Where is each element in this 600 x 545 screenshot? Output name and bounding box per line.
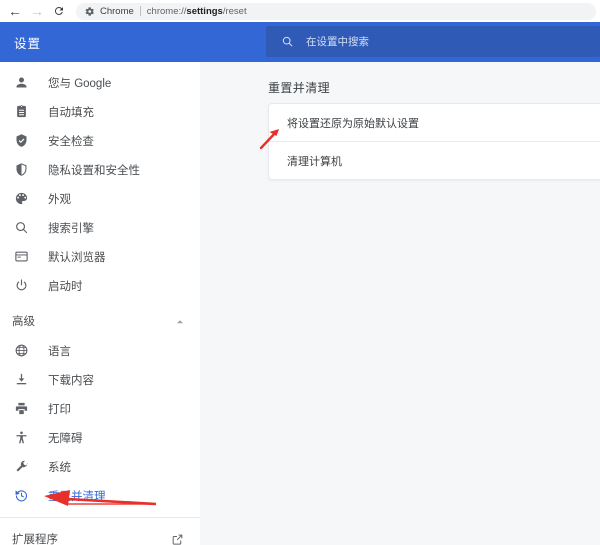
external-link-icon	[171, 533, 184, 545]
sidebar-item-label: 搜索引擎	[48, 220, 94, 236]
globe-icon	[12, 342, 30, 360]
shield-check-icon	[12, 132, 30, 150]
browser-window-icon	[12, 248, 30, 266]
sidebar-item-appearance[interactable]: 外观	[0, 184, 200, 213]
sidebar-item-label: 自动填充	[48, 104, 94, 120]
sidebar-item-label: 系统	[48, 459, 71, 475]
forward-arrow-icon: →	[30, 4, 44, 18]
url-suffix: /reset	[223, 6, 247, 17]
back-button[interactable]: ←	[4, 1, 26, 21]
sidebar-section-label: 高级	[12, 313, 174, 329]
omnibox-divider	[140, 6, 141, 16]
reload-button[interactable]	[48, 1, 70, 21]
sidebar-item-system[interactable]: 系统	[0, 452, 200, 481]
sidebar-item-printing[interactable]: 打印	[0, 394, 200, 423]
row-restore-defaults[interactable]: 将设置还原为原始默认设置	[269, 104, 600, 141]
sidebar-item-autofill[interactable]: 自动填充	[0, 97, 200, 126]
sidebar-item-on-startup[interactable]: 启动时	[0, 271, 200, 300]
shield-half-icon	[12, 161, 30, 179]
sidebar-item-default-browser[interactable]: 默认浏览器	[0, 242, 200, 271]
search-icon	[280, 35, 294, 49]
browser-toolbar: ← → Chrome chrome://settings/reset	[0, 0, 600, 22]
sidebar-item-accessibility[interactable]: 无障碍	[0, 423, 200, 452]
settings-search-box[interactable]: 在设置中搜索	[266, 26, 600, 57]
sidebar-item-label: 安全检查	[48, 133, 94, 149]
section-title: 重置并清理	[268, 79, 330, 96]
chevron-up-icon	[174, 315, 186, 327]
sidebar-item-label: 打印	[48, 401, 71, 417]
palette-icon	[12, 190, 30, 208]
sidebar-item-label: 外观	[48, 191, 71, 207]
sidebar-item-privacy-security[interactable]: 隐私设置和安全性	[0, 155, 200, 184]
main-content: 重置并清理 将设置还原为原始默认设置 清理计算机	[200, 62, 600, 545]
sidebar: 您与 Google 自动填充 安全检查 隐私设置和安全性	[0, 62, 200, 545]
row-clean-up-computer[interactable]: 清理计算机	[269, 142, 600, 179]
download-icon	[12, 371, 30, 389]
settings-gear-icon	[84, 6, 95, 17]
url-text: chrome://settings/reset	[147, 6, 247, 17]
sidebar-item-search-engine[interactable]: 搜索引擎	[0, 213, 200, 242]
chrome-settings-screenshot: ← → Chrome chrome://settings/reset 设置	[0, 0, 600, 545]
sidebar-item-reset-and-clean-up[interactable]: 重置并清理	[0, 481, 200, 510]
page-title: 设置	[14, 33, 41, 52]
back-arrow-icon: ←	[8, 4, 22, 18]
sidebar-item-languages[interactable]: 语言	[0, 336, 200, 365]
site-chip-label: Chrome	[100, 6, 134, 17]
sidebar-item-label: 启动时	[48, 278, 83, 294]
clipboard-icon	[12, 103, 30, 121]
printer-icon	[12, 400, 30, 418]
url-bold-segment: settings	[186, 6, 222, 17]
sidebar-item-label: 默认浏览器	[48, 249, 106, 265]
history-reset-icon	[12, 487, 30, 505]
settings-body: 您与 Google 自动填充 安全检查 隐私设置和安全性	[0, 62, 600, 545]
sidebar-item-label: 您与 Google	[48, 75, 111, 91]
address-bar[interactable]: Chrome chrome://settings/reset	[76, 3, 596, 20]
sidebar-item-label: 重置并清理	[48, 488, 106, 504]
person-icon	[12, 74, 30, 92]
sidebar-item-you-and-google[interactable]: 您与 Google	[0, 68, 200, 97]
forward-button[interactable]: →	[26, 1, 48, 21]
power-icon	[12, 277, 30, 295]
sidebar-item-label: 扩展程序	[12, 531, 171, 545]
sidebar-item-extensions[interactable]: 扩展程序	[0, 525, 200, 545]
search-input[interactable]: 在设置中搜索	[306, 34, 369, 49]
sidebar-item-label: 下载内容	[48, 372, 94, 388]
sidebar-divider	[0, 517, 200, 518]
accessibility-icon	[12, 429, 30, 447]
search-icon	[12, 219, 30, 237]
sidebar-item-downloads[interactable]: 下载内容	[0, 365, 200, 394]
sidebar-item-label: 语言	[48, 343, 71, 359]
sidebar-item-label: 隐私设置和安全性	[48, 162, 140, 178]
url-prefix: chrome://	[147, 6, 187, 17]
sidebar-item-label: 无障碍	[48, 430, 83, 446]
reload-icon	[53, 5, 65, 17]
reset-options-card: 将设置还原为原始默认设置 清理计算机	[268, 103, 600, 180]
wrench-icon	[12, 458, 30, 476]
sidebar-item-safety-check[interactable]: 安全检查	[0, 126, 200, 155]
sidebar-section-advanced[interactable]: 高级	[0, 306, 200, 336]
